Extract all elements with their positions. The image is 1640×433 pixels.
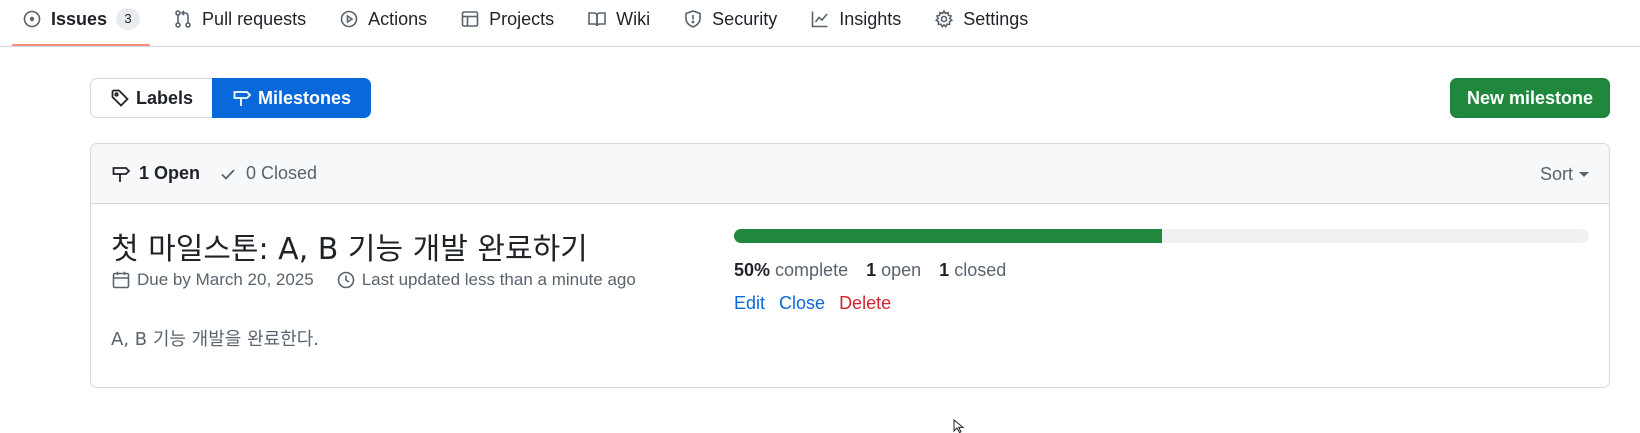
closed-milestones-label: 0 Closed xyxy=(246,163,318,183)
open-count-value: 1 xyxy=(866,260,877,280)
milestone-progress-bar xyxy=(734,229,1589,243)
graph-icon xyxy=(811,11,828,28)
tab-actions[interactable]: Actions xyxy=(329,0,437,38)
milestone-open-count[interactable]: 1 open xyxy=(866,260,921,281)
tab-security-label: Security xyxy=(712,8,778,29)
tab-insights-label: Insights xyxy=(839,8,902,29)
tag-icon xyxy=(111,89,129,107)
tab-settings[interactable]: Settings xyxy=(924,0,1038,38)
tab-settings-label: Settings xyxy=(963,8,1029,29)
sort-label: Sort xyxy=(1539,163,1573,184)
closed-text: closed xyxy=(954,260,1007,280)
milestones-link[interactable]: Milestones xyxy=(212,78,372,118)
labels-label: Labels xyxy=(136,87,194,108)
milestones-list-header: 1 Open 0 Closed Sort xyxy=(91,144,1609,204)
complete-text: complete xyxy=(775,260,849,280)
milestone-actions: Edit Close Delete xyxy=(734,293,891,314)
clock-icon xyxy=(337,271,355,289)
milestone-closed-count[interactable]: 1 closed xyxy=(939,260,1006,281)
mouse-cursor-icon xyxy=(953,419,965,433)
milestone-due-date: Due by March 20, 2025 xyxy=(137,270,314,289)
shield-icon xyxy=(685,10,701,28)
milestone-last-updated: Last updated less than a minute ago xyxy=(361,270,636,289)
issue-opened-icon xyxy=(23,10,41,28)
milestones-list: 1 Open 0 Closed Sort 첫 마일스톤: A, B 기능 개발 … xyxy=(90,143,1610,388)
gear-icon xyxy=(935,9,954,28)
milestone-percent-complete: 50% complete xyxy=(734,260,848,281)
closed-count-value: 1 xyxy=(939,260,950,280)
milestone-progress-fill xyxy=(734,229,1162,243)
milestone-title[interactable]: 첫 마일스톤: A, B 기능 개발 완료하기 xyxy=(111,224,588,268)
milestone-icon xyxy=(233,91,252,106)
check-icon xyxy=(221,168,235,180)
percent-value: 50% xyxy=(734,260,771,280)
tab-pull-requests[interactable]: Pull requests xyxy=(163,0,316,38)
milestone-row: 첫 마일스톤: A, B 기능 개발 완료하기 Due by March 20,… xyxy=(91,204,1609,387)
tab-pull-requests-label: Pull requests xyxy=(202,8,307,29)
tab-wiki-label: Wiki xyxy=(616,8,651,29)
new-milestone-button[interactable]: New milestone xyxy=(1450,78,1610,118)
tab-insights[interactable]: Insights xyxy=(800,0,911,38)
close-milestone-link[interactable]: Close xyxy=(779,293,825,314)
repo-nav: Issues 3 Pull requests Actions Projects … xyxy=(0,0,1640,47)
caret-down-icon xyxy=(1579,171,1589,177)
tab-actions-label: Actions xyxy=(368,8,428,29)
labels-link[interactable]: Labels xyxy=(90,78,213,118)
tab-issues[interactable]: Issues 3 xyxy=(12,0,151,46)
delete-milestone-link[interactable]: Delete xyxy=(839,293,891,314)
milestone-stats: 50% complete 1 open 1 closed xyxy=(734,260,1006,281)
open-milestones-filter[interactable]: 1 Open xyxy=(111,163,200,184)
calendar-icon xyxy=(112,271,130,289)
milestone-icon xyxy=(112,166,131,182)
milestone-meta: Due by March 20, 2025 Last updated less … xyxy=(111,270,636,290)
open-text: open xyxy=(881,260,922,280)
tab-security[interactable]: Security xyxy=(673,0,787,38)
git-pull-request-icon xyxy=(175,10,191,28)
milestones-label: Milestones xyxy=(258,87,352,108)
edit-milestone-link[interactable]: Edit xyxy=(734,293,765,314)
tab-wiki[interactable]: Wiki xyxy=(577,0,660,38)
milestone-description: A, B 기능 개발을 완료한다. xyxy=(111,329,320,350)
table-icon xyxy=(461,11,479,27)
closed-milestones-filter[interactable]: 0 Closed xyxy=(218,163,317,184)
labels-milestones-subnav: Labels Milestones xyxy=(90,78,372,118)
play-icon xyxy=(340,10,358,28)
tab-projects-label: Projects xyxy=(489,8,555,29)
sort-dropdown[interactable]: Sort xyxy=(1540,144,1589,204)
tab-issues-label: Issues xyxy=(51,8,108,29)
tab-projects[interactable]: Projects xyxy=(450,0,564,38)
issues-counter: 3 xyxy=(116,8,141,30)
book-icon xyxy=(588,12,606,27)
open-milestones-label: 1 Open xyxy=(139,163,201,183)
